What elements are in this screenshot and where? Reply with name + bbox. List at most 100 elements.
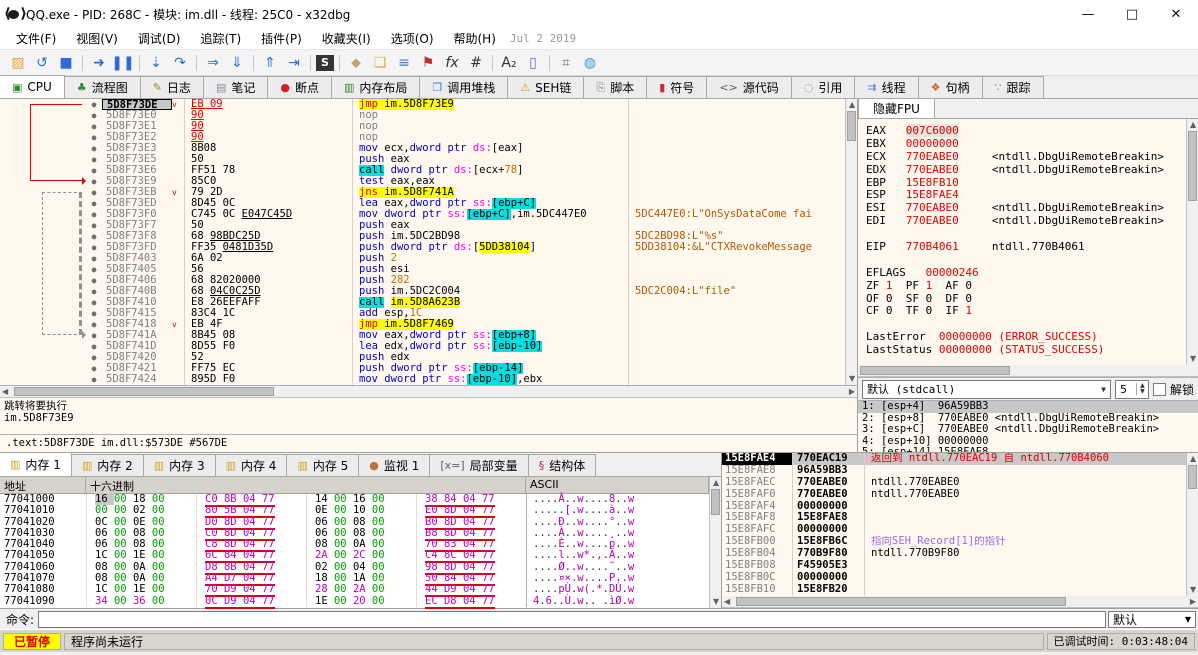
tab-symbols[interactable]: ▮符号 bbox=[646, 76, 707, 98]
breakpoint-dot[interactable]: ● bbox=[86, 154, 102, 165]
run-to-user-code-icon[interactable]: ⇥ bbox=[283, 53, 305, 73]
unlock-checkbox[interactable] bbox=[1153, 383, 1166, 396]
tab-dump-1[interactable]: ▥内存 1 bbox=[0, 452, 72, 476]
stack-horizontal-scrollbar[interactable]: ◀ ▶ bbox=[722, 596, 1198, 608]
scylla-icon[interactable]: S bbox=[316, 55, 334, 71]
tab-source[interactable]: <>源代码 bbox=[706, 76, 791, 98]
stack-row[interactable]: 15E8FAE896A59BB3 bbox=[722, 465, 1186, 477]
execute-till-return-icon[interactable]: ⇑ bbox=[259, 53, 281, 73]
stack-row[interactable]: 15E8FB04770B9F80ntdll.770B9F80 bbox=[722, 548, 1186, 560]
tab-dump-5[interactable]: ▥内存 5 bbox=[286, 454, 359, 476]
tab-threads[interactable]: ⇉线程 bbox=[854, 76, 918, 98]
tab-references[interactable]: ◌引用 bbox=[791, 76, 856, 98]
run-to-selection-icon[interactable]: ⇒ bbox=[202, 53, 224, 73]
tab-dump-2[interactable]: ▥内存 2 bbox=[71, 454, 144, 476]
argument-row[interactable]: 1: [esp+4] 96A59BB3 bbox=[858, 401, 1198, 413]
calculator-icon[interactable]: ⌗ bbox=[555, 53, 577, 73]
breakpoint-dot[interactable]: ● bbox=[86, 143, 102, 154]
registers-vertical-scrollbar[interactable]: ▲ ▼ bbox=[1186, 119, 1198, 365]
hash-icon[interactable]: # bbox=[465, 53, 487, 73]
step-over-icon[interactable]: ↷ bbox=[169, 53, 191, 73]
breakpoint-dot[interactable]: ● bbox=[86, 132, 102, 143]
argument-row[interactable]: 5: [esp+14] 15E8FAE8 bbox=[858, 447, 1198, 452]
breakpoint-dot[interactable]: ● bbox=[86, 220, 102, 231]
stop-icon[interactable]: ■ bbox=[55, 53, 77, 73]
menu-item[interactable]: 追踪(T) bbox=[190, 28, 251, 49]
tab-graph[interactable]: ♣流程图 bbox=[64, 76, 141, 98]
breakpoint-dot[interactable]: ● bbox=[86, 209, 102, 220]
command-script-select[interactable]: 默认 ▼ bbox=[1108, 611, 1196, 628]
dump-row[interactable]: 7704109034 00 36 000C D9 04 771E 00 20 0… bbox=[0, 596, 709, 607]
stepper-arrows-icon[interactable]: ▲▼ bbox=[1136, 383, 1148, 395]
breakpoint-dot[interactable]: ● bbox=[86, 110, 102, 121]
tab-seh[interactable]: ⚠SEH链 bbox=[507, 76, 584, 98]
disasm-horizontal-scrollbar[interactable]: ◀ ▶ bbox=[0, 386, 857, 398]
tab-dump-3[interactable]: ▥内存 3 bbox=[143, 454, 216, 476]
minimize-button[interactable]: — bbox=[1066, 0, 1110, 28]
restart-icon[interactable]: ↺ bbox=[31, 53, 53, 73]
stack-row[interactable]: 15E8FB0015E8FB6C指向SEH_Record[1]的指针 bbox=[722, 536, 1186, 548]
dump-vertical-scrollbar[interactable]: ▲ ▼ bbox=[709, 477, 721, 608]
maximize-button[interactable]: □ bbox=[1110, 0, 1154, 28]
breakpoint-dot[interactable]: ● bbox=[86, 286, 102, 297]
breakpoint-dot[interactable]: ● bbox=[86, 99, 102, 110]
disasm-row[interactable]: ●5D8F7424895D F0mov dword ptr ss:[ebp-10… bbox=[0, 374, 845, 385]
disasm-vertical-scrollbar[interactable]: ▲ ▼ bbox=[845, 99, 857, 385]
font-icon[interactable]: A₂ bbox=[498, 53, 520, 73]
tab-locals[interactable]: [x=]局部变量 bbox=[429, 454, 528, 476]
open-file-icon[interactable]: ▨ bbox=[7, 53, 29, 73]
tab-handles[interactable]: ❖句柄 bbox=[918, 76, 983, 98]
breakpoint-dot[interactable]: ● bbox=[86, 319, 102, 330]
tab-cpu[interactable]: ▣CPU bbox=[0, 75, 65, 98]
step-into-icon[interactable]: ⇣ bbox=[145, 53, 167, 73]
breakpoint-dot[interactable]: ● bbox=[86, 165, 102, 176]
stack-row[interactable]: 15E8FB08F45905E3 bbox=[722, 560, 1186, 572]
internet-icon[interactable]: ◍ bbox=[579, 53, 601, 73]
registers-horizontal-scrollbar[interactable] bbox=[858, 365, 1198, 377]
stack-row[interactable]: 15E8FAF400000000 bbox=[722, 501, 1186, 513]
patch-icon[interactable]: ⬥ bbox=[345, 53, 367, 73]
stack-row[interactable]: 15E8FAEC770EABE0ntdll.770EABE0 bbox=[722, 477, 1186, 489]
breakpoint-dot[interactable]: ● bbox=[86, 198, 102, 209]
bookmark-icon[interactable]: ⚑ bbox=[417, 53, 439, 73]
remote-icon[interactable]: ▯ bbox=[522, 53, 544, 73]
stack-vertical-scrollbar[interactable]: ▲ ▼ bbox=[1186, 453, 1198, 596]
tab-dump-4[interactable]: ▥内存 4 bbox=[215, 454, 288, 476]
arg-count-stepper[interactable]: 5 ▲▼ bbox=[1115, 380, 1149, 399]
menu-item[interactable]: 帮助(H) bbox=[444, 28, 506, 49]
tab-call-stack[interactable]: ❐调用堆栈 bbox=[419, 76, 508, 98]
breakpoint-dot[interactable]: ● bbox=[86, 352, 102, 363]
breakpoint-dot[interactable]: ● bbox=[86, 341, 102, 352]
breakpoint-dot[interactable]: ● bbox=[86, 264, 102, 275]
stack-row[interactable]: 15E8FAF815E8FAE8 bbox=[722, 512, 1186, 524]
fx-icon[interactable]: fx bbox=[441, 53, 463, 73]
breakpoint-dot[interactable]: ● bbox=[86, 242, 102, 253]
tab-watch-1[interactable]: ●监视 1 bbox=[358, 454, 430, 476]
breakpoint-dot[interactable]: ● bbox=[86, 374, 102, 385]
run-icon[interactable]: ➜ bbox=[88, 53, 110, 73]
stack-row[interactable]: 15E8FB1015E8FB20 bbox=[722, 584, 1186, 596]
breakpoint-dot[interactable]: ● bbox=[86, 231, 102, 242]
command-input[interactable] bbox=[38, 611, 1106, 628]
breakpoint-dot[interactable]: ● bbox=[86, 308, 102, 319]
breakpoint-dot[interactable]: ● bbox=[86, 297, 102, 308]
stack-row[interactable]: 15E8FAE4770EAC19返回到 ntdll.770EAC19 自 ntd… bbox=[722, 453, 1186, 465]
stack-row[interactable]: 15E8FB0C00000000 bbox=[722, 572, 1186, 584]
step-down-icon[interactable]: ⇓ bbox=[226, 53, 248, 73]
hide-fpu-button[interactable]: 隐藏FPU bbox=[858, 99, 935, 119]
menu-item[interactable]: 视图(V) bbox=[66, 28, 128, 49]
breakpoint-dot[interactable]: ● bbox=[86, 187, 102, 198]
tab-trace[interactable]: ∵跟踪 bbox=[982, 76, 1044, 98]
breakpoint-dot[interactable]: ● bbox=[86, 253, 102, 264]
stack-row[interactable]: 15E8FAF0770EABE0ntdll.770EABE0 bbox=[722, 489, 1186, 501]
tab-breakpoints[interactable]: ●断点 bbox=[267, 76, 332, 98]
menu-item[interactable]: 选项(O) bbox=[381, 28, 444, 49]
comment-icon[interactable]: ❏ bbox=[369, 53, 391, 73]
tab-struct[interactable]: §结构体 bbox=[528, 454, 597, 476]
breakpoint-dot[interactable]: ● bbox=[86, 275, 102, 286]
menu-item[interactable]: 调试(D) bbox=[128, 28, 191, 49]
close-button[interactable]: ✕ bbox=[1154, 0, 1198, 28]
pause-icon[interactable]: ❚❚ bbox=[112, 53, 134, 73]
tab-notes[interactable]: ▤笔记 bbox=[203, 76, 268, 98]
breakpoint-dot[interactable]: ● bbox=[86, 121, 102, 132]
